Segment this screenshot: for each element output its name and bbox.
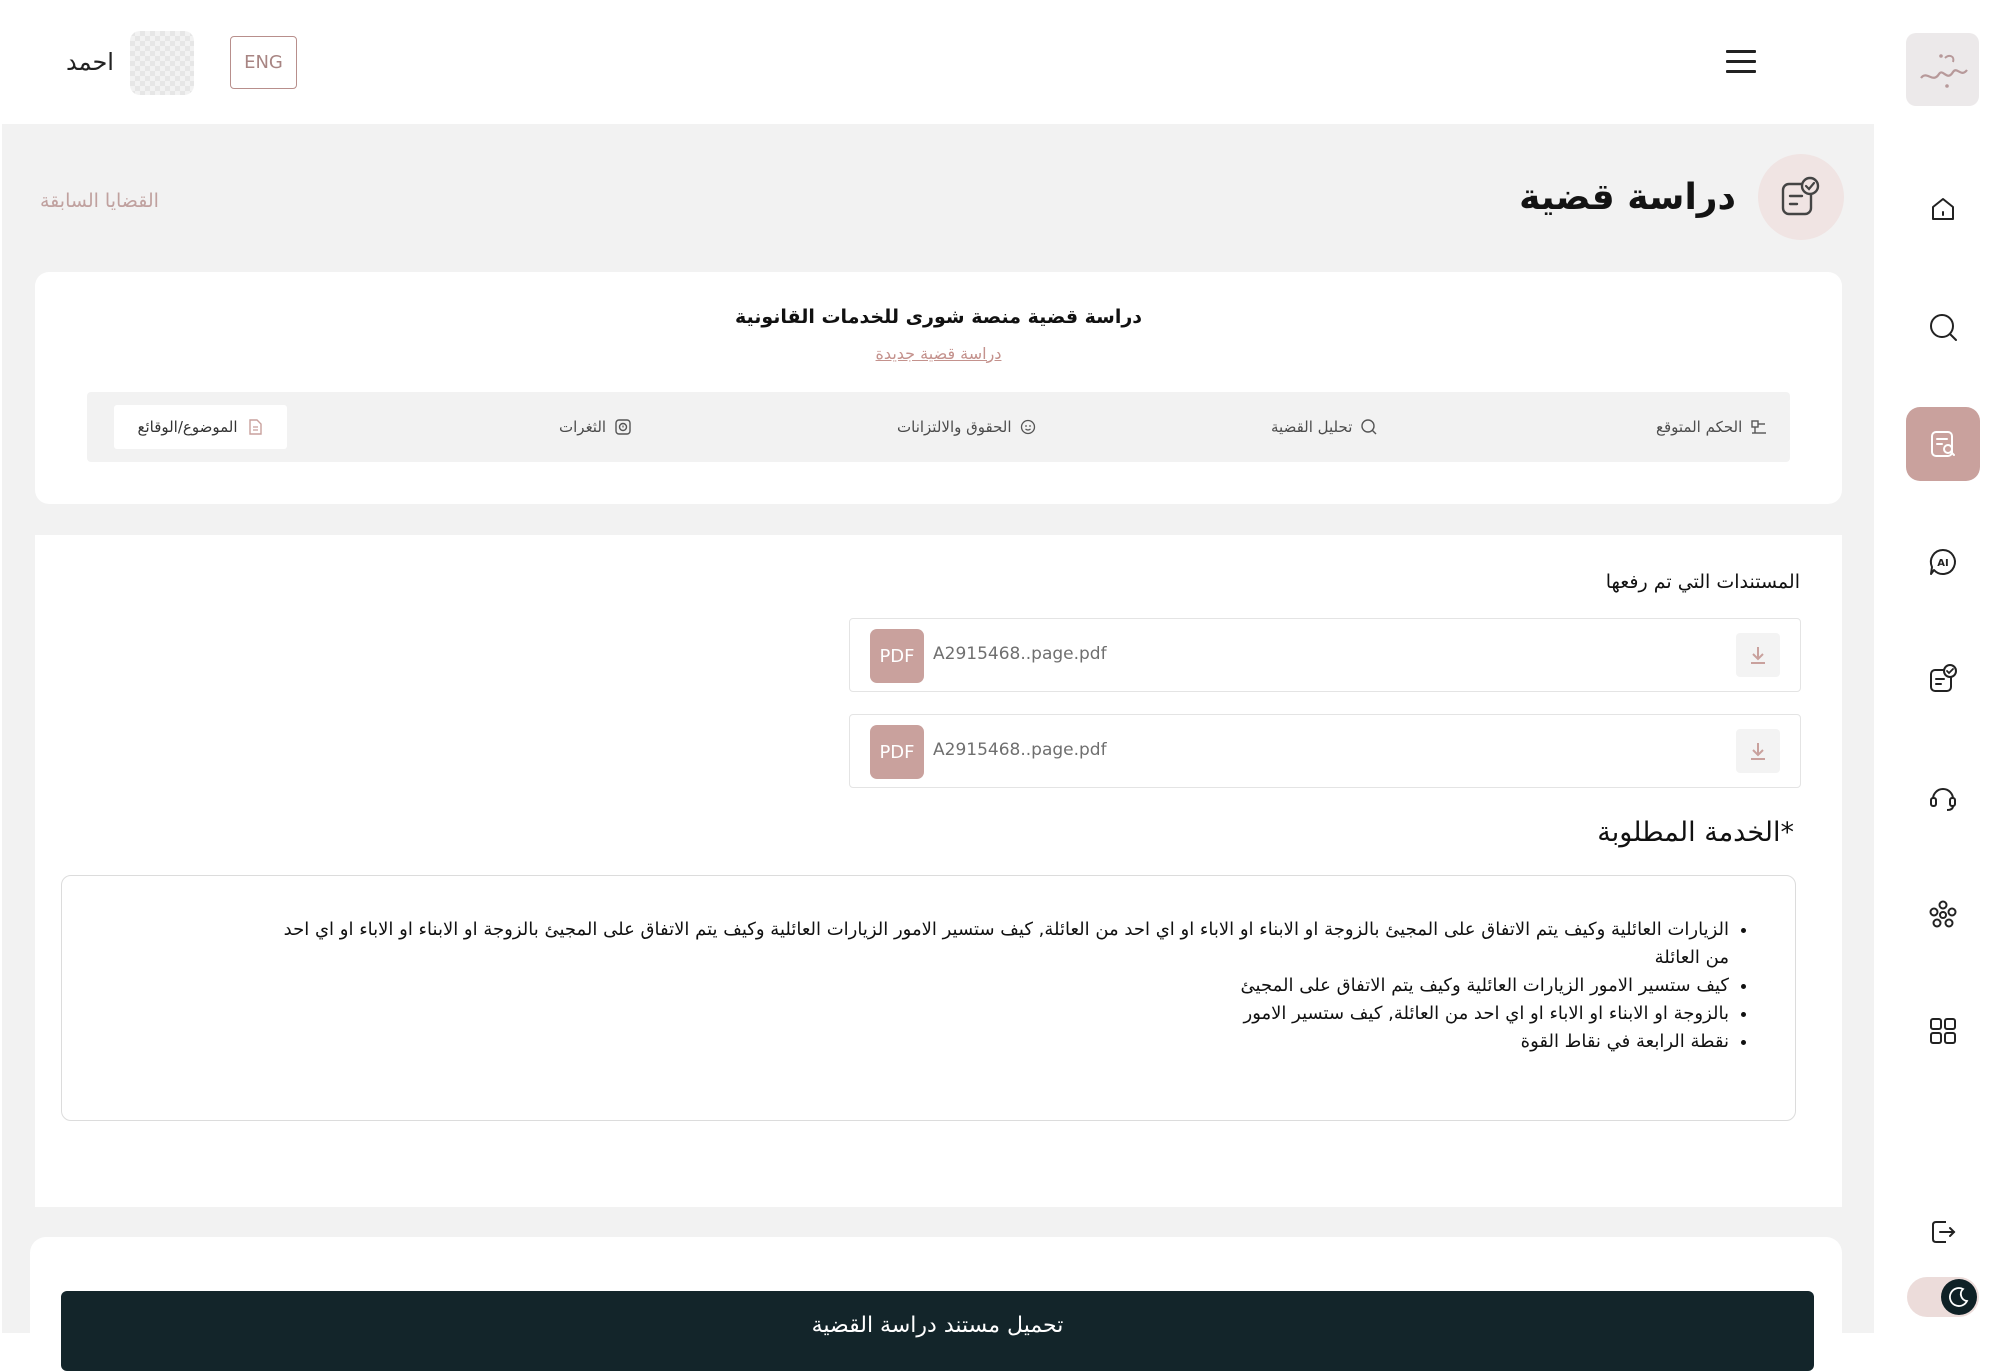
download-icon xyxy=(1751,743,1765,760)
smile-icon xyxy=(1020,419,1035,435)
card-heading: دراسة قضية منصة شورى للخدمات القانونية xyxy=(734,306,1143,328)
user-name[interactable]: احمد xyxy=(66,48,114,76)
tab-rights-obligations[interactable]: الحقوق والالتزانات xyxy=(885,405,1048,449)
judgment-icon xyxy=(1751,420,1767,434)
shura-logo-icon xyxy=(1919,53,1968,88)
requested-service-heading: الخدمة المطلوبة* xyxy=(1597,817,1794,848)
service-list: الزيارات العائلية وكيف يتم الاتفاق على ا… xyxy=(262,916,1729,1056)
top-header: احمد ENG xyxy=(0,0,1874,124)
search-icon xyxy=(1361,419,1377,435)
list-item: كيف ستسير الامور الزيارات العائلية وكيف … xyxy=(262,972,1729,1000)
tab-label: الحكم المتوقع xyxy=(1656,418,1743,436)
new-case-link[interactable]: دراسة قضية جديدة xyxy=(35,344,1842,363)
home-icon xyxy=(1932,198,1954,220)
case-study-icon xyxy=(1931,431,1955,457)
logo[interactable] xyxy=(1906,33,1979,106)
download-button[interactable] xyxy=(1736,633,1780,677)
case-study-card: دراسة قضية منصة شورى للخدمات القانونية د… xyxy=(35,272,1842,504)
sidebar-item-logout[interactable] xyxy=(1906,1195,1980,1269)
list-item: الزيارات العائلية وكيف يتم الاتفاق على ا… xyxy=(262,916,1729,972)
avatar[interactable] xyxy=(130,31,194,95)
document-icon xyxy=(248,419,262,435)
file-row: PDF A2915468..page.pdf xyxy=(849,714,1801,788)
sidebar-item-support[interactable] xyxy=(1906,760,1980,834)
pdf-icon: PDF xyxy=(870,725,924,779)
case-study-title-icon xyxy=(1758,154,1844,240)
community-icon xyxy=(1929,900,1957,928)
file-name[interactable]: A2915468..page.pdf xyxy=(933,740,1107,760)
uploaded-documents-heading: المستندات التي تم رفعها xyxy=(1605,571,1800,593)
list-item: بالزوجة او الابناء او الاباء او اي احد م… xyxy=(262,1000,1729,1028)
tab-gaps[interactable]: الثغرات xyxy=(547,405,644,449)
sidebar: AI xyxy=(1874,0,2009,1333)
moon-icon xyxy=(1941,1279,1977,1315)
sidebar-item-dashboard[interactable] xyxy=(1906,994,1980,1068)
file-row: PDF A2915468..page.pdf xyxy=(849,618,1801,692)
tab-label: تحليل القضية xyxy=(1271,418,1353,436)
tab-case-analysis[interactable]: تحليل القضية xyxy=(1259,405,1390,449)
tab-expected-judgment[interactable]: الحكم المتوقع xyxy=(1644,405,1780,449)
logout-icon xyxy=(1932,1221,1956,1243)
sidebar-item-contracts[interactable] xyxy=(1906,642,1980,716)
svg-text:AI: AI xyxy=(1937,558,1948,569)
page-header: دراسة قضية xyxy=(1519,154,1844,240)
ai-chat-icon: AI xyxy=(1929,548,1956,575)
previous-cases-link[interactable]: القضايا السابقة xyxy=(40,190,159,212)
tab-subject-facts[interactable]: الموضوع/الوقائع xyxy=(114,405,287,449)
sidebar-item-ai-chat[interactable]: AI xyxy=(1906,525,1980,599)
download-icon xyxy=(1751,647,1765,664)
sidebar-item-case-study[interactable] xyxy=(1906,407,1980,481)
pdf-icon: PDF xyxy=(870,629,924,683)
search-icon xyxy=(1930,314,1957,341)
requested-service-box: الزيارات العائلية وكيف يتم الاتفاق على ا… xyxy=(61,875,1796,1121)
sidebar-item-community[interactable] xyxy=(1906,877,1980,951)
download-case-study-button[interactable]: تحميل مستند دراسة القضية xyxy=(61,1291,1814,1371)
sidebar-item-home[interactable] xyxy=(1906,172,1980,246)
theme-toggle[interactable] xyxy=(1907,1277,1979,1317)
tab-label: الثغرات xyxy=(559,418,607,436)
file-name[interactable]: A2915468..page.pdf xyxy=(933,644,1107,664)
sidebar-item-search[interactable] xyxy=(1906,290,1980,364)
page-title: دراسة قضية xyxy=(1519,176,1736,218)
menu-icon[interactable] xyxy=(1726,50,1756,74)
list-item: نقطة الرابعة في نقاط القوة xyxy=(262,1028,1729,1056)
gap-icon xyxy=(615,419,631,435)
download-button[interactable] xyxy=(1736,729,1780,773)
contract-check-icon xyxy=(1930,664,1957,692)
documents-card: المستندات التي تم رفعها PDF A2915468..pa… xyxy=(35,535,1842,1207)
tab-label: الموضوع/الوقائع xyxy=(137,418,238,436)
language-button[interactable]: ENG xyxy=(230,36,297,89)
main-content: القضايا السابقة دراسة قضية دراسة قضية من… xyxy=(2,124,1874,1371)
tab-label: الحقوق والالتزانات xyxy=(897,418,1012,436)
tabs-bar: الحكم المتوقع تحليل القضية الحقوق والالت… xyxy=(87,392,1790,462)
headset-icon xyxy=(1930,788,1956,811)
actions-card: تحميل مستند دراسة القضية xyxy=(30,1237,1842,1371)
grid-icon xyxy=(1930,1018,1956,1044)
